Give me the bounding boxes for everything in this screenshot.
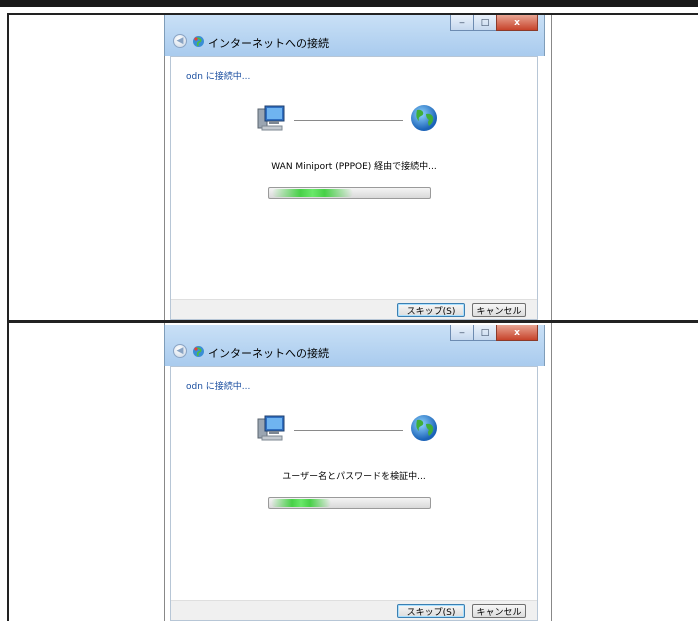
network-icon xyxy=(193,346,204,357)
progress-bar xyxy=(268,497,431,509)
cancel-button[interactable]: キャンセル xyxy=(472,604,526,618)
progress-indicator xyxy=(271,499,331,507)
minimize-button[interactable]: ‒ xyxy=(450,325,474,341)
connect-dialog-2: ‒ □ x ◀ インターネットへの接続 odn に接続中... ユーザー名とパス… xyxy=(164,325,545,621)
dialog-content: odn に接続中... WAN Miniport (PPPOE) 経由で接続中.… xyxy=(170,56,538,320)
dialog-footer: スキップ(S) キャンセル xyxy=(171,600,537,620)
connecting-heading: odn に接続中... xyxy=(186,382,251,392)
minimize-button[interactable]: ‒ xyxy=(450,15,474,31)
connection-line xyxy=(294,120,403,121)
maximize-button[interactable]: □ xyxy=(473,325,497,341)
window-controls: ‒ □ x xyxy=(450,15,538,31)
close-button[interactable]: x xyxy=(496,325,538,341)
connect-dialog-1: ‒ □ x ◀ インターネットへの接続 odn に接続中... WAN Mini… xyxy=(164,15,545,320)
skip-button[interactable]: スキップ(S) xyxy=(397,604,465,618)
top-border-bar xyxy=(0,0,698,7)
dialog-content: odn に接続中... ユーザー名とパスワードを検証中... スキップ(S) キ… xyxy=(170,366,538,621)
window-controls: ‒ □ x xyxy=(450,325,538,341)
status-text: WAN Miniport (PPPOE) 経由で接続中... xyxy=(271,162,437,172)
progress-bar xyxy=(268,187,431,199)
network-icon xyxy=(193,36,204,47)
skip-button[interactable]: スキップ(S) xyxy=(397,303,465,317)
title-bar: ‒ □ x ◀ インターネットへの接続 xyxy=(164,15,545,56)
back-arrow-icon[interactable]: ◀ xyxy=(173,34,187,48)
globe-icon xyxy=(411,105,437,131)
computer-icon xyxy=(257,415,285,441)
computer-icon xyxy=(257,105,285,131)
frame-divider-right xyxy=(551,15,552,320)
back-arrow-icon[interactable]: ◀ xyxy=(173,344,187,358)
status-text: ユーザー名とパスワードを検証中... xyxy=(282,472,426,482)
connecting-heading: odn に接続中... xyxy=(186,72,251,82)
window-title: インターネットへの接続 xyxy=(208,347,329,360)
close-button[interactable]: x xyxy=(496,15,538,31)
globe-icon xyxy=(411,415,437,441)
connection-line xyxy=(294,430,403,431)
progress-indicator xyxy=(272,189,353,197)
title-bar: ‒ □ x ◀ インターネットへの接続 xyxy=(164,325,545,366)
maximize-button[interactable]: □ xyxy=(473,15,497,31)
window-title: インターネットへの接続 xyxy=(208,37,329,50)
frame-divider-right xyxy=(551,323,552,621)
cancel-button[interactable]: キャンセル xyxy=(472,303,526,317)
dialog-footer: スキップ(S) キャンセル xyxy=(171,299,537,319)
